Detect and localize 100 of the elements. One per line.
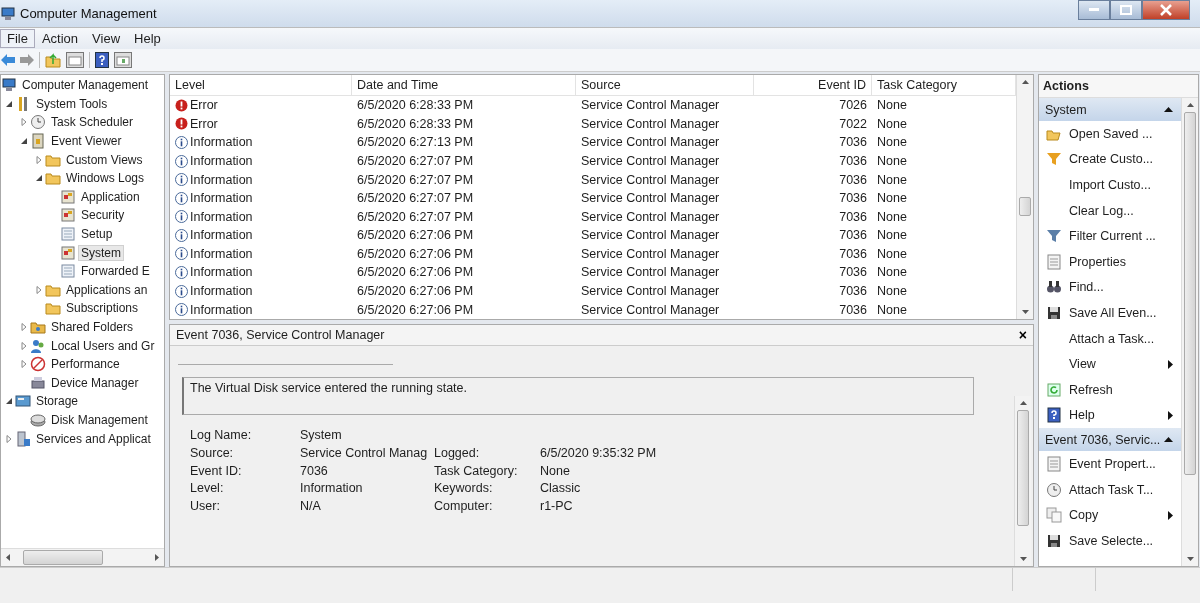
column-header[interactable]: Event ID <box>754 75 872 95</box>
table-cell-text: 6/5/2020 6:27:07 PM <box>356 191 475 206</box>
task-link[interactable]: Attach a Task... <box>1039 325 1181 352</box>
tree-item[interactable]: Device Manager <box>48 374 142 391</box>
tree-item[interactable]: Setup <box>78 226 116 243</box>
scroll-down-icon[interactable] <box>1021 310 1029 314</box>
task-link[interactable]: Properties <box>1039 248 1181 275</box>
help-icon[interactable] <box>95 52 109 68</box>
tree-item[interactable]: Task Scheduler <box>48 114 137 131</box>
tree-item[interactable]: Performance <box>48 356 123 373</box>
task-link[interactable]: View <box>1039 351 1181 377</box>
scroll-down-icon[interactable] <box>1019 557 1027 561</box>
task-link[interactable]: Save Selecte... <box>1039 527 1181 554</box>
back-arrow-icon[interactable] <box>1 54 15 66</box>
table-cell-text: None <box>876 116 908 131</box>
task-link[interactable]: Save All Even... <box>1039 300 1181 326</box>
section-header[interactable]: System <box>1039 98 1181 121</box>
event-row[interactable]: Information 6/5/2020 6:27:06 PM Service Control Manager 7036 None <box>170 300 1016 319</box>
task-link[interactable]: Create Custo... <box>1039 146 1181 173</box>
scrollbar-thumb[interactable] <box>23 550 103 565</box>
event-row[interactable]: Information 6/5/2020 6:27:06 PM Service Control Manager 7036 None <box>170 263 1016 282</box>
tree-item[interactable]: Computer Management <box>19 77 152 94</box>
field-label: Log Name: <box>190 427 253 444</box>
maximize-button[interactable] <box>1110 0 1142 20</box>
table-cell-text: Service Control Manager <box>580 116 721 131</box>
column-header[interactable]: Source <box>576 75 754 95</box>
scroll-up-icon[interactable] <box>1186 103 1194 107</box>
close-button[interactable]: × <box>1018 327 1027 343</box>
tree-item[interactable]: Disk Management <box>48 412 151 428</box>
scroll-up-icon[interactable] <box>1019 401 1027 405</box>
event-row[interactable]: Information 6/5/2020 6:27:06 PM Service Control Manager 7036 None <box>170 226 1016 245</box>
action-pane-icon[interactable] <box>114 52 132 68</box>
task-link[interactable]: Filter Current ... <box>1039 223 1181 249</box>
table-cell-text: None <box>876 246 908 261</box>
expand-arrow-icon[interactable] <box>5 434 13 443</box>
event-row[interactable]: Information 6/5/2020 6:27:13 PM Service Control Manager 7036 None <box>170 133 1016 152</box>
column-header[interactable]: Level <box>170 75 352 95</box>
menu-item[interactable]: Help <box>127 29 168 48</box>
tree-item[interactable]: Applications an <box>63 281 151 298</box>
task-link[interactable]: Clear Log... <box>1039 197 1181 224</box>
event-row[interactable]: Information 6/5/2020 6:27:07 PM Service Control Manager 7036 None <box>170 188 1016 208</box>
event-row[interactable]: Information 6/5/2020 6:27:07 PM Service Control Manager 7036 None <box>170 207 1016 227</box>
folder-up-icon[interactable] <box>45 52 61 68</box>
tree-item[interactable]: Storage <box>33 393 82 410</box>
task-link[interactable]: Refresh <box>1039 376 1181 403</box>
expand-arrow-icon[interactable] <box>35 155 43 164</box>
submenu-arrow-icon <box>1168 359 1173 369</box>
scroll-down-icon[interactable] <box>1186 557 1194 561</box>
tree-item[interactable]: Application <box>78 188 143 205</box>
tree-item[interactable]: Event Viewer <box>48 133 125 150</box>
close-button[interactable] <box>1142 0 1190 20</box>
scrollbar-thumb[interactable] <box>1019 197 1031 217</box>
expand-arrow-icon[interactable] <box>20 323 28 331</box>
expand-arrow-icon[interactable] <box>20 341 28 350</box>
menu-item[interactable]: File <box>0 29 35 48</box>
tree-item[interactable]: Custom Views <box>63 151 146 168</box>
event-row[interactable]: Information 6/5/2020 6:27:06 PM Service Control Manager 7036 None <box>170 244 1016 264</box>
log-icon <box>60 207 76 224</box>
task-link[interactable]: Copy <box>1039 502 1181 528</box>
field-value: Classic <box>540 480 582 498</box>
tree-item[interactable]: Subscriptions <box>63 300 142 317</box>
collapse-arrow-icon[interactable] <box>5 397 13 406</box>
event-row[interactable]: Information 6/5/2020 6:27:07 PM Service Control Manager 7036 None <box>170 170 1016 189</box>
tree-item[interactable]: System Tools <box>33 95 111 112</box>
tree-item[interactable]: Windows Logs <box>63 170 148 187</box>
console-tree-icon[interactable] <box>66 52 84 68</box>
event-row[interactable]: Error 6/5/2020 6:28:33 PM Service Control Manager 7026 None <box>170 96 1016 115</box>
field-value: Information <box>300 480 364 498</box>
collapse-arrow-icon[interactable] <box>20 137 28 146</box>
expand-arrow-icon[interactable] <box>35 285 43 294</box>
menu-item[interactable]: Action <box>34 29 86 48</box>
menu-item[interactable]: View <box>85 29 128 48</box>
tree-item[interactable]: Services and Applicat <box>33 430 154 447</box>
minimize-button[interactable] <box>1078 0 1110 20</box>
tree-item[interactable]: Security <box>78 207 128 224</box>
section-header[interactable]: Event 7036, Servic... <box>1039 428 1181 452</box>
task-link[interactable]: Help <box>1039 402 1181 429</box>
scroll-up-icon[interactable] <box>1021 80 1029 84</box>
event-row[interactable]: Error 6/5/2020 6:28:33 PM Service Control Manager 7022 None <box>170 114 1016 134</box>
task-link[interactable]: Find... <box>1039 274 1181 301</box>
expand-arrow-icon[interactable] <box>20 118 28 127</box>
task-link[interactable]: Import Custo... <box>1039 172 1181 198</box>
tree-item[interactable]: System <box>78 244 124 261</box>
tree-item[interactable]: Shared Folders <box>48 319 137 335</box>
task-link[interactable]: Attach Task T... <box>1039 476 1181 503</box>
scrollbar-thumb[interactable] <box>1184 112 1196 475</box>
event-row[interactable]: Information 6/5/2020 6:27:06 PM Service Control Manager 7036 None <box>170 281 1016 301</box>
expand-arrow-icon[interactable] <box>20 360 28 369</box>
scroll-right-icon[interactable] <box>155 554 159 561</box>
scroll-left-icon[interactable] <box>6 554 10 561</box>
tree-item[interactable]: Forwarded E <box>78 263 153 280</box>
forward-arrow-icon[interactable] <box>20 54 34 66</box>
collapse-arrow-icon[interactable] <box>35 174 43 183</box>
column-header[interactable]: Date and Time <box>352 75 576 95</box>
task-link[interactable]: Open Saved ... <box>1039 121 1181 147</box>
scrollbar-thumb[interactable] <box>1017 410 1029 526</box>
collapse-arrow-icon[interactable] <box>5 99 13 108</box>
event-row[interactable]: Information 6/5/2020 6:27:07 PM Service Control Manager 7036 None <box>170 151 1016 171</box>
task-link[interactable]: Event Propert... <box>1039 451 1181 477</box>
tree-item[interactable]: Local Users and Gr <box>48 337 158 354</box>
